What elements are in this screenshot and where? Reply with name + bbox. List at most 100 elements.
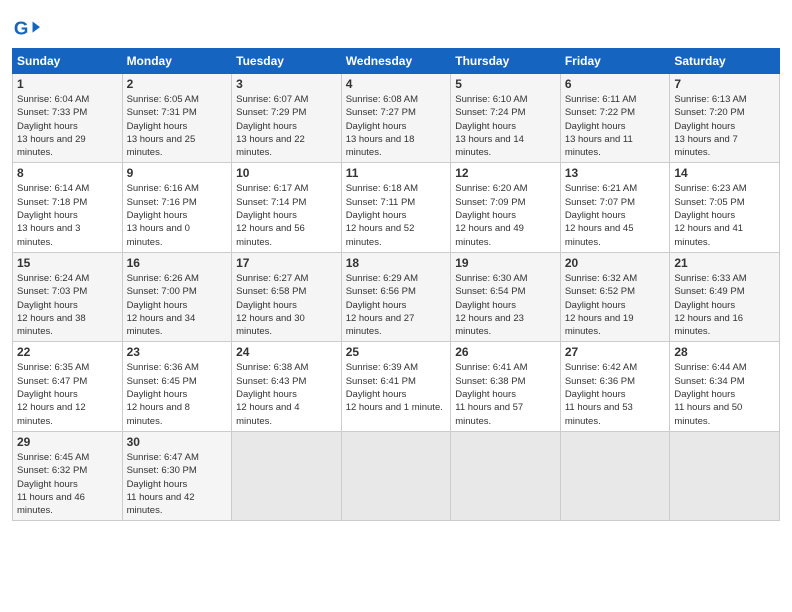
- day-number: 24: [236, 345, 337, 359]
- day-info: Sunrise: 6:08 AMSunset: 7:27 PMDaylight …: [346, 93, 447, 159]
- day-number: 8: [17, 166, 118, 180]
- day-number: 7: [674, 77, 775, 91]
- day-info: Sunrise: 6:29 AMSunset: 6:56 PMDaylight …: [346, 272, 447, 338]
- day-cell: [451, 431, 561, 520]
- day-info: Sunrise: 6:16 AMSunset: 7:16 PMDaylight …: [127, 182, 228, 248]
- day-number: 25: [346, 345, 447, 359]
- day-info: Sunrise: 6:41 AMSunset: 6:38 PMDaylight …: [455, 361, 556, 427]
- calendar-table: SundayMondayTuesdayWednesdayThursdayFrid…: [12, 48, 780, 521]
- week-row-1: 1Sunrise: 6:04 AMSunset: 7:33 PMDaylight…: [13, 74, 780, 163]
- day-cell: 28Sunrise: 6:44 AMSunset: 6:34 PMDayligh…: [670, 342, 780, 431]
- day-number: 9: [127, 166, 228, 180]
- day-number: 15: [17, 256, 118, 270]
- weekday-header-row: SundayMondayTuesdayWednesdayThursdayFrid…: [13, 49, 780, 74]
- day-number: 29: [17, 435, 118, 449]
- week-row-3: 15 Sunrise: 6:24 AMSunset: 7:03 PMDayligh…: [13, 252, 780, 341]
- weekday-header-friday: Friday: [560, 49, 670, 74]
- day-cell: 3 Sunrise: 6:07 AMSunset: 7:29 PMDaylight…: [232, 74, 342, 163]
- day-info: Sunrise: 6:14 AMSunset: 7:18 PMDaylight …: [17, 182, 118, 248]
- day-cell: 20 Sunrise: 6:32 AMSunset: 6:52 PMDayligh…: [560, 252, 670, 341]
- day-cell: 7 Sunrise: 6:13 AMSunset: 7:20 PMDaylight…: [670, 74, 780, 163]
- day-info: Sunrise: 6:18 AMSunset: 7:11 PMDaylight …: [346, 182, 447, 248]
- day-info: Sunrise: 6:47 AMSunset: 6:30 PMDaylight …: [127, 451, 228, 517]
- day-cell: 11 Sunrise: 6:18 AMSunset: 7:11 PMDayligh…: [341, 163, 451, 252]
- day-info: Sunrise: 6:10 AMSunset: 7:24 PMDaylight …: [455, 93, 556, 159]
- day-info: Sunrise: 6:24 AMSunset: 7:03 PMDaylight …: [17, 272, 118, 338]
- logo-icon: G: [12, 14, 40, 42]
- day-cell: 24 Sunrise: 6:38 AMSunset: 6:43 PMDayligh…: [232, 342, 342, 431]
- day-cell: 8 Sunrise: 6:14 AMSunset: 7:18 PMDaylight…: [13, 163, 123, 252]
- day-info: Sunrise: 6:44 AMSunset: 6:34 PMDaylight …: [674, 361, 775, 427]
- day-number: 11: [346, 166, 447, 180]
- day-info: Sunrise: 6:27 AMSunset: 6:58 PMDaylight …: [236, 272, 337, 338]
- day-info: Sunrise: 6:35 AMSunset: 6:47 PMDaylight …: [17, 361, 118, 427]
- day-cell: [341, 431, 451, 520]
- day-cell: 21Sunrise: 6:33 AMSunset: 6:49 PMDayligh…: [670, 252, 780, 341]
- day-info: Sunrise: 6:20 AMSunset: 7:09 PMDaylight …: [455, 182, 556, 248]
- day-number: 13: [565, 166, 666, 180]
- weekday-header-monday: Monday: [122, 49, 232, 74]
- day-cell: 10Sunrise: 6:17 AMSunset: 7:14 PMDayligh…: [232, 163, 342, 252]
- calendar-container: G SundayMondayTuesdayWednesdayThursdayFr…: [0, 0, 792, 531]
- day-cell: 30 Sunrise: 6:47 AMSunset: 6:30 PMDayligh…: [122, 431, 232, 520]
- day-info: Sunrise: 6:33 AMSunset: 6:49 PMDaylight …: [674, 272, 775, 338]
- day-cell: 16 Sunrise: 6:26 AMSunset: 7:00 PMDayligh…: [122, 252, 232, 341]
- day-number: 30: [127, 435, 228, 449]
- day-cell: [670, 431, 780, 520]
- day-number: 23: [127, 345, 228, 359]
- day-cell: 19 Sunrise: 6:30 AMSunset: 6:54 PMDayligh…: [451, 252, 561, 341]
- day-number: 2: [127, 77, 228, 91]
- day-cell: 9 Sunrise: 6:16 AMSunset: 7:16 PMDaylight…: [122, 163, 232, 252]
- day-number: 26: [455, 345, 556, 359]
- day-number: 12: [455, 166, 556, 180]
- day-cell: 29Sunrise: 6:45 AMSunset: 6:32 PMDayligh…: [13, 431, 123, 520]
- weekday-header-wednesday: Wednesday: [341, 49, 451, 74]
- day-info: Sunrise: 6:07 AMSunset: 7:29 PMDaylight …: [236, 93, 337, 159]
- week-row-4: 22 Sunrise: 6:35 AMSunset: 6:47 PMDayligh…: [13, 342, 780, 431]
- day-number: 1: [17, 77, 118, 91]
- day-cell: 25Sunrise: 6:39 AMSunset: 6:41 PMDayligh…: [341, 342, 451, 431]
- day-cell: [232, 431, 342, 520]
- day-info: Sunrise: 6:17 AMSunset: 7:14 PMDaylight …: [236, 182, 337, 248]
- weekday-header-sunday: Sunday: [13, 49, 123, 74]
- week-row-2: 8 Sunrise: 6:14 AMSunset: 7:18 PMDaylight…: [13, 163, 780, 252]
- day-number: 19: [455, 256, 556, 270]
- day-info: Sunrise: 6:21 AMSunset: 7:07 PMDaylight …: [565, 182, 666, 248]
- day-number: 20: [565, 256, 666, 270]
- week-row-5: 29Sunrise: 6:45 AMSunset: 6:32 PMDayligh…: [13, 431, 780, 520]
- day-number: 18: [346, 256, 447, 270]
- day-number: 22: [17, 345, 118, 359]
- weekday-header-saturday: Saturday: [670, 49, 780, 74]
- day-number: 27: [565, 345, 666, 359]
- day-info: Sunrise: 6:11 AMSunset: 7:22 PMDaylight …: [565, 93, 666, 159]
- day-cell: 2 Sunrise: 6:05 AMSunset: 7:31 PMDaylight…: [122, 74, 232, 163]
- day-cell: [560, 431, 670, 520]
- header: G: [12, 10, 780, 42]
- day-cell: 23 Sunrise: 6:36 AMSunset: 6:45 PMDayligh…: [122, 342, 232, 431]
- day-cell: 13 Sunrise: 6:21 AMSunset: 7:07 PMDayligh…: [560, 163, 670, 252]
- day-info: Sunrise: 6:42 AMSunset: 6:36 PMDaylight …: [565, 361, 666, 427]
- day-number: 16: [127, 256, 228, 270]
- weekday-header-thursday: Thursday: [451, 49, 561, 74]
- day-info: Sunrise: 6:26 AMSunset: 7:00 PMDaylight …: [127, 272, 228, 338]
- day-number: 3: [236, 77, 337, 91]
- day-cell: 17Sunrise: 6:27 AMSunset: 6:58 PMDayligh…: [232, 252, 342, 341]
- day-info: Sunrise: 6:05 AMSunset: 7:31 PMDaylight …: [127, 93, 228, 159]
- day-cell: 18 Sunrise: 6:29 AMSunset: 6:56 PMDayligh…: [341, 252, 451, 341]
- day-number: 6: [565, 77, 666, 91]
- day-info: Sunrise: 6:38 AMSunset: 6:43 PMDaylight …: [236, 361, 337, 427]
- day-info: Sunrise: 6:36 AMSunset: 6:45 PMDaylight …: [127, 361, 228, 427]
- day-cell: 15 Sunrise: 6:24 AMSunset: 7:03 PMDayligh…: [13, 252, 123, 341]
- day-cell: 6 Sunrise: 6:11 AMSunset: 7:22 PMDaylight…: [560, 74, 670, 163]
- day-cell: 4 Sunrise: 6:08 AMSunset: 7:27 PMDaylight…: [341, 74, 451, 163]
- day-info: Sunrise: 6:30 AMSunset: 6:54 PMDaylight …: [455, 272, 556, 338]
- day-cell: 5Sunrise: 6:10 AMSunset: 7:24 PMDaylight…: [451, 74, 561, 163]
- logo: G: [12, 14, 44, 42]
- day-cell: 27 Sunrise: 6:42 AMSunset: 6:36 PMDayligh…: [560, 342, 670, 431]
- day-cell: 1Sunrise: 6:04 AMSunset: 7:33 PMDaylight…: [13, 74, 123, 163]
- day-info: Sunrise: 6:13 AMSunset: 7:20 PMDaylight …: [674, 93, 775, 159]
- day-number: 4: [346, 77, 447, 91]
- day-cell: 12 Sunrise: 6:20 AMSunset: 7:09 PMDayligh…: [451, 163, 561, 252]
- day-info: Sunrise: 6:32 AMSunset: 6:52 PMDaylight …: [565, 272, 666, 338]
- day-info: Sunrise: 6:23 AMSunset: 7:05 PMDaylight …: [674, 182, 775, 248]
